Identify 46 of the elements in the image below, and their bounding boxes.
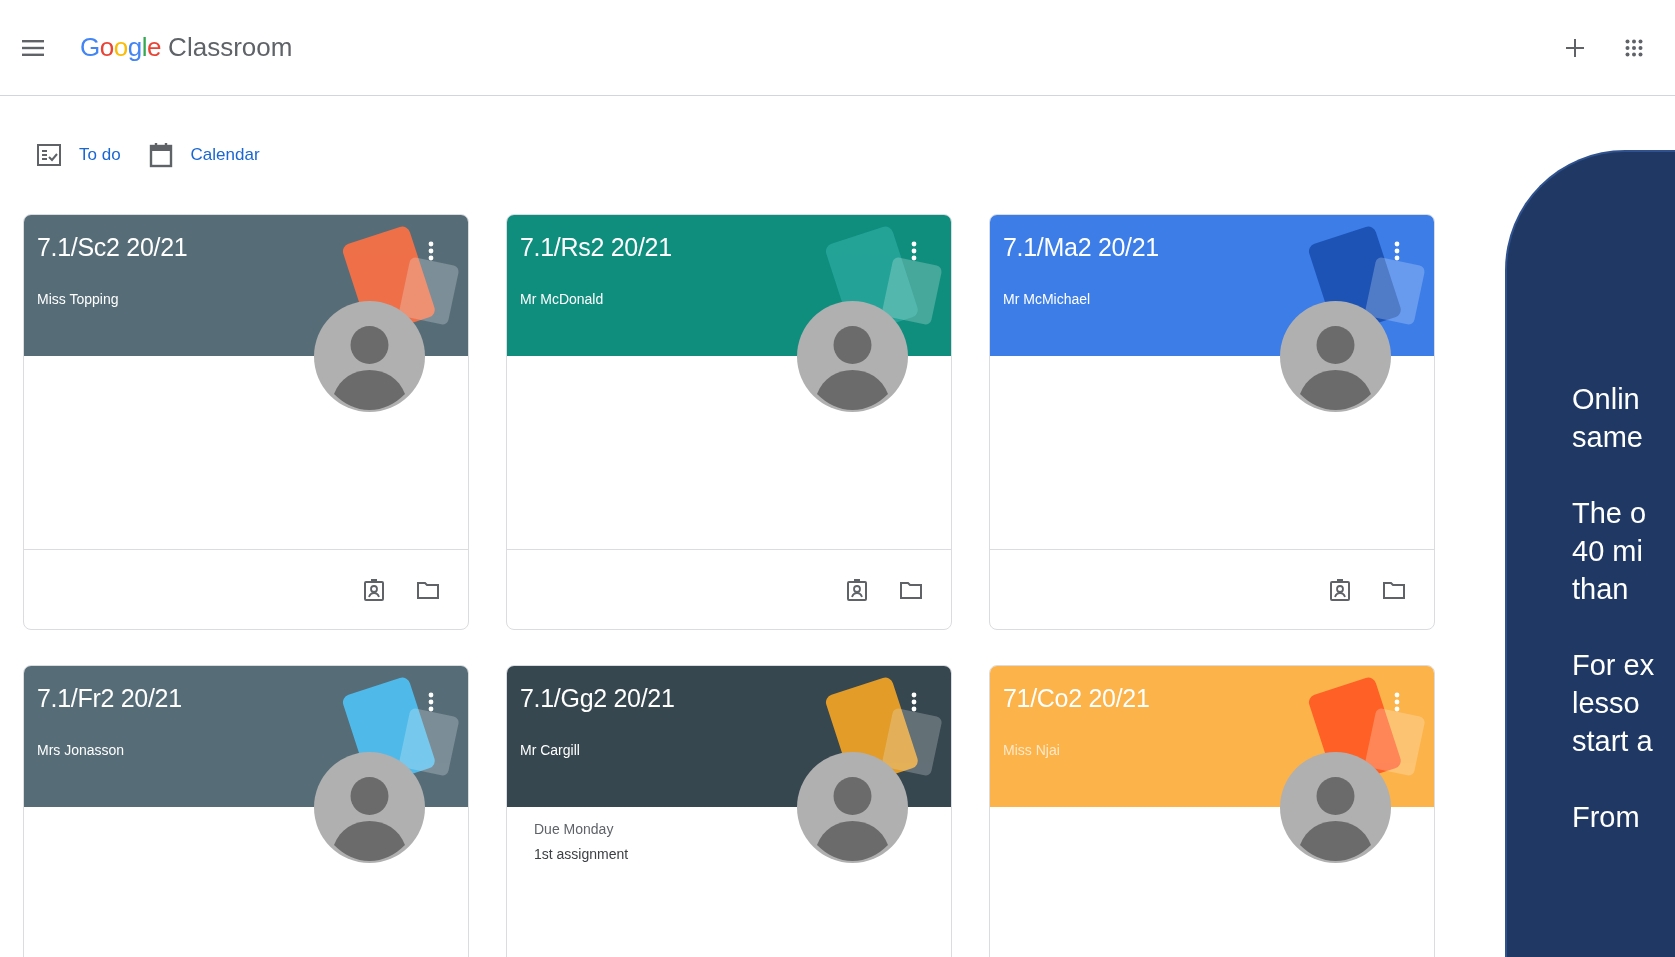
- more-options-icon[interactable]: [911, 692, 917, 712]
- avatar-icon: [797, 301, 908, 412]
- class-title[interactable]: 7.1/Ma2 20/21: [1003, 231, 1421, 263]
- app-logo[interactable]: Google Classroom: [80, 28, 293, 67]
- more-options-icon[interactable]: [428, 241, 434, 261]
- teacher-name: Mr McMichael: [1003, 290, 1092, 309]
- calendar-link[interactable]: Calendar: [148, 142, 260, 168]
- folder-icon[interactable]: [1383, 580, 1405, 599]
- class-card[interactable]: 7.1/Fr2 20/21 Mrs Jonasson: [23, 665, 469, 957]
- assignment-link[interactable]: 1st assignment: [534, 842, 629, 867]
- class-card[interactable]: 7.1/Rs2 20/21 Mr McDonald: [506, 214, 952, 630]
- teacher-name: Mrs Jonasson: [37, 741, 126, 760]
- teacher-name: Mr McDonald: [520, 290, 605, 309]
- more-options-icon[interactable]: [911, 241, 917, 261]
- callout-text: For ex lesso start a: [1572, 648, 1655, 759]
- callout-text: From: [1572, 800, 1640, 835]
- teacher-name: Mr Cargill: [520, 741, 581, 760]
- class-title[interactable]: 7.1/Fr2 20/21: [37, 682, 455, 714]
- menu-icon[interactable]: [22, 39, 44, 56]
- folder-icon[interactable]: [900, 580, 922, 599]
- to-do-link[interactable]: To do: [37, 142, 121, 168]
- avatar-icon: [1280, 301, 1391, 412]
- avatar-icon: [314, 752, 425, 863]
- portrait-icon[interactable]: [364, 578, 384, 601]
- class-card[interactable]: 7.1/Sc2 20/21 Miss Topping: [23, 214, 469, 630]
- more-options-icon[interactable]: [428, 692, 434, 712]
- teacher-name: Miss Njai: [1003, 741, 1061, 760]
- class-title[interactable]: 7.1/Sc2 20/21: [37, 231, 455, 263]
- callout-text: The o 40 mi than: [1572, 496, 1647, 607]
- apps-grid-icon[interactable]: [1625, 38, 1643, 57]
- class-card[interactable]: 7.1/Ma2 20/21 Mr McMichael: [989, 214, 1435, 630]
- avatar-icon: [314, 301, 425, 412]
- avatar-icon: [1280, 752, 1391, 863]
- avatar-icon: [797, 752, 908, 863]
- class-title[interactable]: 7.1/Rs2 20/21: [520, 231, 938, 263]
- class-title[interactable]: 7.1/Gg2 20/21: [520, 682, 938, 714]
- calendar-icon: [148, 142, 173, 168]
- class-card[interactable]: 7.1/Gg2 20/21 Mr Cargill Due Monday 1st assignment: [506, 665, 952, 957]
- portrait-icon[interactable]: [1330, 578, 1350, 601]
- plus-icon[interactable]: [1565, 37, 1585, 58]
- teacher-name: Miss Topping: [37, 290, 120, 309]
- due-date: Due Monday: [534, 820, 615, 839]
- callout-text: Onlin same: [1572, 382, 1643, 455]
- checklist-icon: [37, 144, 61, 166]
- folder-icon[interactable]: [417, 580, 439, 599]
- portrait-icon[interactable]: [847, 578, 867, 601]
